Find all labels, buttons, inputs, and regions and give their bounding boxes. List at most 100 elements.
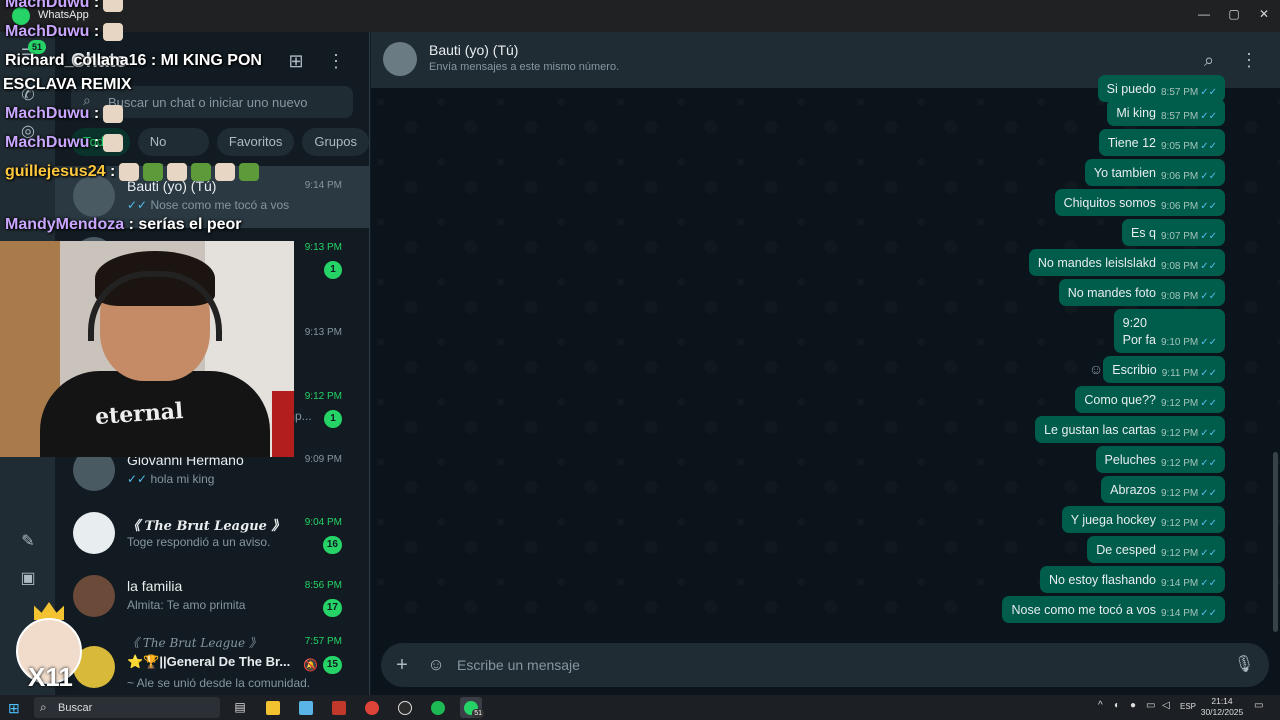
message-list: Si puedo 8:57 PM ✓✓ Mi king 8:57 PM ✓✓ Tiene… bbox=[371, 75, 1280, 638]
whatsapp-taskbar-icon[interactable]: 51 bbox=[460, 697, 484, 718]
streamer: eternal bbox=[40, 251, 270, 457]
chat-name: ⭐🏆||General De The Br... bbox=[127, 654, 291, 669]
emoji-sticker-icon[interactable]: ☺ bbox=[423, 652, 449, 678]
read-ticks-icon: ✓✓ bbox=[1200, 398, 1217, 409]
message-bubble[interactable]: Le gustan las cartas 9:12 PM ✓✓ bbox=[1035, 416, 1225, 443]
chat-row-brut-league[interactable]: 《 The Brut League 》 Toge respondió a un … bbox=[55, 503, 370, 565]
calls-icon[interactable]: ✆ bbox=[16, 84, 40, 108]
windows-start-icon[interactable]: ⊞ bbox=[8, 700, 24, 716]
language-indicator[interactable]: ESP bbox=[1180, 702, 1196, 711]
chat-search[interactable]: ⌕ bbox=[71, 86, 353, 118]
chat-row-general[interactable]: 《 The Brut League 》 ⭐🏆||General De The B… bbox=[55, 628, 370, 695]
microphone-icon[interactable]: ● bbox=[1130, 700, 1136, 711]
menu-icon[interactable]: ⋮ bbox=[1235, 46, 1263, 74]
volume-icon[interactable]: ◁ bbox=[1162, 700, 1170, 711]
maximize-button[interactable]: ▢ bbox=[1222, 4, 1246, 24]
unread-badge: 1 bbox=[324, 261, 342, 279]
chat-time: 8:56 PM bbox=[304, 580, 342, 591]
composer-box: + ☺ 🎙 bbox=[381, 643, 1269, 687]
message-input[interactable] bbox=[457, 643, 1217, 687]
status-icon[interactable]: ◎ bbox=[16, 120, 40, 144]
filter-unread[interactable]: No leídos bbox=[137, 128, 209, 177]
read-ticks-icon: ✓✓ bbox=[1200, 608, 1217, 619]
message-bubble[interactable]: Abrazos 9:12 PM ✓✓ bbox=[1101, 476, 1225, 503]
conversation-scrollbar[interactable] bbox=[1273, 452, 1278, 632]
task-view-icon[interactable]: ▤ bbox=[229, 697, 251, 718]
clock[interactable]: 21:14 30/12/2025 bbox=[1200, 696, 1244, 718]
unread-badge: 16 bbox=[322, 536, 342, 554]
filter-favorites[interactable]: Favoritos bbox=[216, 128, 295, 156]
chat-time: 7:57 PM bbox=[304, 636, 342, 647]
avatar bbox=[73, 512, 115, 554]
read-ticks-icon: ✓✓ bbox=[1200, 141, 1217, 152]
chat-preview: ~ Ale se unió desde la comunidad. bbox=[127, 676, 311, 690]
message-bubble[interactable]: De cesped 9:12 PM ✓✓ bbox=[1087, 536, 1225, 563]
message-bubble[interactable]: Chiquitos somos 9:06 PM ✓✓ bbox=[1054, 189, 1225, 216]
app-icon[interactable] bbox=[394, 697, 416, 718]
read-ticks-icon: ✓✓ bbox=[127, 472, 151, 486]
chrome-icon[interactable] bbox=[361, 697, 383, 718]
message-bubble[interactable]: Tiene 12 9:05 PM ✓✓ bbox=[1098, 129, 1225, 156]
read-ticks-icon: ✓✓ bbox=[1200, 488, 1217, 499]
app-icon[interactable] bbox=[328, 697, 350, 718]
chat-row-bauti[interactable]: Bauti (yo) (Tú) ✓✓ Nose como me tocó a v… bbox=[55, 166, 370, 228]
message-bubble[interactable]: 9:20 Por fa 9:10 PM ✓✓ bbox=[1113, 309, 1225, 353]
filter-groups[interactable]: Grupos bbox=[302, 128, 369, 156]
message-bubble[interactable]: No mandes leislslakd 9:08 PM ✓✓ bbox=[1028, 249, 1225, 276]
message-bubble[interactable]: Como que?? 9:12 PM ✓✓ bbox=[1075, 386, 1225, 413]
new-chat-icon[interactable]: ⊞ bbox=[283, 48, 309, 74]
network-icon[interactable]: ▭ bbox=[1146, 700, 1155, 711]
spotify-icon[interactable] bbox=[427, 697, 449, 718]
channels-icon[interactable]: ◌ bbox=[16, 156, 40, 180]
message-bubble[interactable]: Es q 9:07 PM ✓✓ bbox=[1121, 219, 1225, 246]
message-bubble[interactable]: Peluches 9:12 PM ✓✓ bbox=[1095, 446, 1225, 473]
tray-chevron-icon[interactable]: ^ bbox=[1098, 700, 1103, 711]
message-bubble[interactable]: Y juega hockey 9:12 PM ✓✓ bbox=[1061, 506, 1225, 533]
read-ticks-icon: ✓✓ bbox=[1200, 548, 1217, 559]
chat-time: 9:12 PM bbox=[304, 391, 342, 402]
webcam-red-light bbox=[272, 391, 294, 457]
minimize-button[interactable]: — bbox=[1192, 4, 1216, 24]
app-title: WhatsApp bbox=[38, 9, 89, 21]
chat-preview: ✓✓ Nose como me tocó a vos bbox=[127, 198, 290, 212]
read-ticks-icon: ✓✓ bbox=[1200, 368, 1217, 379]
taskbar-search[interactable]: ⌕ bbox=[34, 697, 220, 718]
read-ticks-icon: ✓✓ bbox=[1200, 261, 1217, 272]
message-bubble[interactable]: Yo tambien 9:06 PM ✓✓ bbox=[1084, 159, 1225, 186]
message-bubble[interactable]: Mi king 8:57 PM ✓✓ bbox=[1107, 99, 1225, 126]
message-bubble[interactable]: No estoy flashando 9:14 PM ✓✓ bbox=[1039, 566, 1225, 593]
contact-avatar[interactable] bbox=[383, 42, 417, 76]
message-bubble[interactable]: Si puedo 8:57 PM ✓✓ bbox=[1097, 75, 1225, 102]
microphone-icon[interactable]: 🎙 bbox=[1231, 652, 1257, 678]
close-button[interactable]: ✕ bbox=[1252, 4, 1276, 24]
whatsapp-logo-icon bbox=[12, 7, 30, 25]
file-explorer-icon[interactable] bbox=[262, 697, 284, 718]
media-icon[interactable]: ▣ bbox=[16, 567, 40, 591]
search-icon[interactable]: ⌕ bbox=[1195, 46, 1223, 74]
contact-name: Bauti (yo) (Tú) bbox=[429, 42, 519, 58]
read-ticks-icon: ✓✓ bbox=[1200, 171, 1217, 182]
search-input[interactable] bbox=[108, 86, 348, 118]
chat-row-la-familia[interactable]: la familia Almita: Te amo primita 8:56 P… bbox=[55, 566, 370, 628]
taskbar-search-input[interactable] bbox=[58, 697, 208, 718]
avatar bbox=[73, 575, 115, 617]
search-icon: ⌕ bbox=[83, 92, 91, 108]
tray-app-icon[interactable]: ◐ bbox=[1114, 700, 1120, 711]
title-bar: WhatsApp — ▢ ✕ bbox=[0, 0, 1280, 32]
menu-icon[interactable]: ⋮ bbox=[323, 48, 349, 74]
chat-name: 《 The Brut League 》 bbox=[127, 519, 285, 534]
notifications-icon[interactable]: ▭ bbox=[1254, 700, 1263, 711]
contact-subtitle: Envía mensajes a este mismo número. bbox=[429, 61, 620, 73]
starred-icon[interactable]: ✎ bbox=[16, 530, 40, 554]
filter-chips: Todos No leídos Favoritos Grupos bbox=[71, 128, 369, 177]
chat-time: 9:14 PM bbox=[304, 180, 342, 191]
message-bubble[interactable]: Escribio 9:11 PM ✓✓ bbox=[1103, 356, 1225, 383]
attach-plus-icon[interactable]: + bbox=[389, 652, 415, 678]
message-bubble[interactable]: Nose como me tocó a vos 9:14 PM ✓✓ bbox=[1002, 596, 1225, 623]
conversation-panel: Bauti (yo) (Tú) Envía mensajes a este mi… bbox=[371, 32, 1280, 695]
read-ticks-icon: ✓✓ bbox=[1200, 201, 1217, 212]
search-icon: ⌕ bbox=[40, 700, 47, 714]
message-bubble[interactable]: No mandes foto 9:08 PM ✓✓ bbox=[1058, 279, 1225, 306]
filter-all[interactable]: Todos bbox=[71, 128, 130, 156]
app-icon[interactable] bbox=[295, 697, 317, 718]
